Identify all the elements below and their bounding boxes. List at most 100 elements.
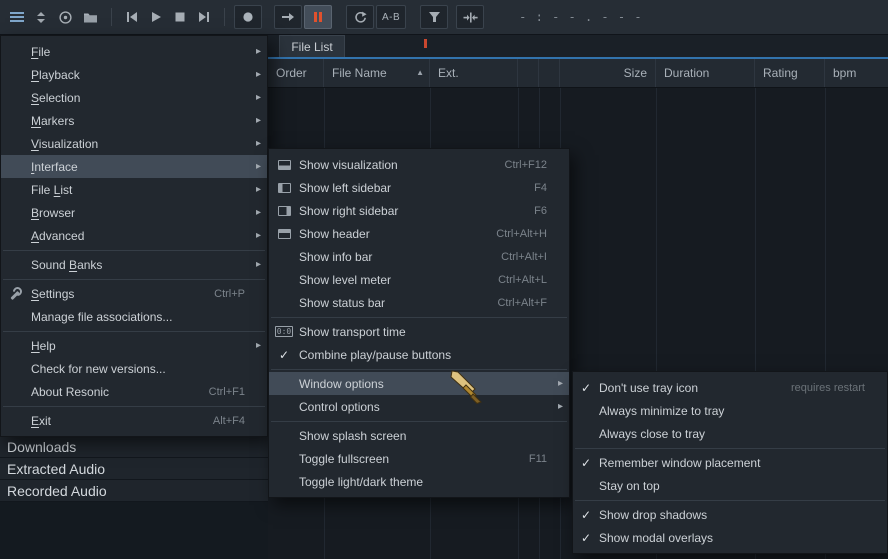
column-label: Duration (664, 66, 709, 80)
record-button[interactable] (234, 5, 262, 29)
menu-item-combine-play-pause-buttons[interactable]: ✓Combine play/pause buttons (269, 343, 569, 366)
menu-item-show-drop-shadows[interactable]: ✓Show drop shadows (573, 503, 887, 526)
menu-item-settings[interactable]: SettingsCtrl+P (1, 282, 267, 305)
filter-button[interactable] (420, 5, 448, 29)
checkmark-icon: ✓ (573, 381, 599, 395)
menu-item-label: Settings (31, 287, 204, 301)
menu-item-interface[interactable]: Interface ▸ (1, 155, 267, 178)
panel-left-icon (278, 183, 291, 193)
column-header-size[interactable]: Size (560, 59, 656, 87)
play-button[interactable] (144, 4, 168, 30)
menu-item-label: Markers (31, 114, 245, 128)
menu-item-help[interactable]: Help▸ (1, 334, 267, 357)
toolbar: A-B - : - - . - - - (0, 0, 888, 35)
main-menu-button[interactable] (5, 4, 29, 30)
menu-item-show-info-bar[interactable]: Show info barCtrl+Alt+I (269, 245, 569, 268)
menu-item-check-for-new-versions[interactable]: Check for new versions... (1, 357, 267, 380)
menu-item-label: Combine play/pause buttons (299, 348, 547, 362)
monitor-button[interactable] (53, 4, 78, 30)
menu-item-manage-file-associations[interactable]: Manage file associations... (1, 305, 267, 328)
menu-item-about-resonic[interactable]: About ResonicCtrl+F1 (1, 380, 267, 403)
menu-item-label: Window options (299, 377, 547, 391)
menu-item-show-left-sidebar[interactable]: Show left sidebarF4 (269, 176, 569, 199)
column-header-blank-2[interactable] (539, 59, 560, 87)
folder-item-recorded-audio[interactable]: Recorded Audio (0, 480, 268, 502)
menu-item-advanced[interactable]: Advanced▸ (1, 224, 267, 247)
menu-item-playback[interactable]: Playback▸ (1, 63, 267, 86)
menu-item-show-transport-time[interactable]: 0:0Show transport time (269, 320, 569, 343)
pause-button[interactable] (304, 5, 332, 29)
menu-item-exit[interactable]: ExitAlt+F4 (1, 409, 267, 432)
menu-item-control-options[interactable]: Control options▸ (269, 395, 569, 418)
column-header-rating[interactable]: Rating (755, 59, 825, 87)
menu-item-remember-window-placement[interactable]: ✓Remember window placement (573, 451, 887, 474)
menu-item-shortcut: Ctrl+Alt+L (498, 274, 547, 286)
column-header-ext[interactable]: Ext. (430, 59, 518, 87)
menu-item-show-modal-overlays[interactable]: ✓Show modal overlays (573, 526, 887, 549)
menu-item-label: Show level meter (299, 273, 488, 287)
menu-item-label: Toggle light/dark theme (299, 475, 547, 489)
auto-advance-button[interactable] (274, 5, 302, 29)
checkmark-icon: ✓ (573, 456, 599, 470)
tab-file-list[interactable]: File List (279, 35, 345, 57)
menu-item-show-header[interactable]: Show headerCtrl+Alt+H (269, 222, 569, 245)
menu-item-label: Show info bar (299, 250, 491, 264)
column-header-bpm[interactable]: bpm (825, 59, 888, 87)
menu-item-label: Show left sidebar (299, 181, 524, 195)
menu-item-show-status-bar[interactable]: Show status barCtrl+Alt+F (269, 291, 569, 314)
column-header-file-name[interactable]: ▲File Name (324, 59, 430, 87)
pause-icon (313, 11, 323, 23)
content-area: File List Order ▲File Name Ext. Size Dur… (0, 35, 888, 559)
menu-item-label: File List (31, 183, 245, 197)
menu-item-shortcut: Ctrl+F1 (209, 386, 245, 398)
column-header-blank-1[interactable] (518, 59, 539, 87)
right-arrow-icon (281, 12, 295, 22)
menu-item-label: Show drop shadows (599, 508, 865, 522)
submenu-arrow-icon: ▸ (249, 115, 261, 126)
menu-item-file-list[interactable]: File List▸ (1, 178, 267, 201)
menu-item-show-right-sidebar[interactable]: Show right sidebarF6 (269, 199, 569, 222)
panel-top-icon (278, 229, 291, 239)
ab-loop-button[interactable]: A-B (376, 5, 406, 29)
stop-button[interactable] (168, 4, 192, 30)
menu-item-label: Toggle fullscreen (299, 452, 519, 466)
loop-button[interactable] (346, 5, 374, 29)
menu-item-always-close-to-tray[interactable]: Always close to tray (573, 422, 887, 445)
menu-item-label: Interface (31, 160, 245, 174)
skip-start-button[interactable] (120, 4, 144, 30)
menu-item-toggle-fullscreen[interactable]: Toggle fullscreenF11 (269, 447, 569, 470)
up-down-chevrons-icon (37, 12, 45, 23)
menu-item-markers[interactable]: Markers ▸ (1, 109, 267, 132)
folder-item-downloads[interactable]: Downloads (0, 436, 268, 458)
menu-item-shortcut: Alt+F4 (213, 415, 245, 427)
menu-item-selection[interactable]: Selection▸ (1, 86, 267, 109)
menu-separator (269, 314, 569, 320)
menu-item-stay-on-top[interactable]: Stay on top (573, 474, 887, 497)
menu-item-show-level-meter[interactable]: Show level meter Ctrl+Alt+L (269, 268, 569, 291)
settings-wrench-icon (9, 287, 23, 301)
menu-item-show-visualization[interactable]: Show visualizationCtrl+F12 (269, 153, 569, 176)
menu-item-file[interactable]: File▸ (1, 40, 267, 63)
menu-item-browser[interactable]: Browser▸ (1, 201, 267, 224)
column-header-order[interactable]: Order (268, 59, 324, 87)
browse-folder-button[interactable] (78, 4, 103, 30)
fit-button[interactable] (456, 5, 484, 29)
menu-item-label: Stay on top (599, 479, 865, 493)
menu-item-sound-banks[interactable]: Sound Banks▸ (1, 253, 267, 276)
menu-item-don-t-use-tray-icon[interactable]: ✓Don't use tray iconrequires restart (573, 376, 887, 399)
menu-item-toggle-light-dark-theme[interactable]: Toggle light/dark theme (269, 470, 569, 493)
submenu-arrow-icon: ▸ (249, 161, 261, 172)
menu-item-show-splash-screen[interactable]: Show splash screen (269, 424, 569, 447)
menu-item-always-minimize-to-tray[interactable]: Always minimize to tray (573, 399, 887, 422)
menu-item-visualization[interactable]: Visualization▸ (1, 132, 267, 155)
submenu-arrow-icon: ▸ (249, 46, 261, 57)
file-list-header: Order ▲File Name Ext. Size Duration Rati… (268, 59, 888, 88)
skip-end-icon (197, 11, 211, 23)
menu-item-window-options[interactable]: Window options▸ (269, 372, 569, 395)
sort-order-button[interactable] (29, 4, 53, 30)
submenu-arrow-icon: ▸ (249, 69, 261, 80)
window-options-submenu: ✓Don't use tray iconrequires restartAlwa… (572, 371, 888, 554)
skip-end-button[interactable] (192, 4, 216, 30)
column-header-duration[interactable]: Duration (656, 59, 755, 87)
folder-item-extracted-audio[interactable]: Extracted Audio (0, 458, 268, 480)
